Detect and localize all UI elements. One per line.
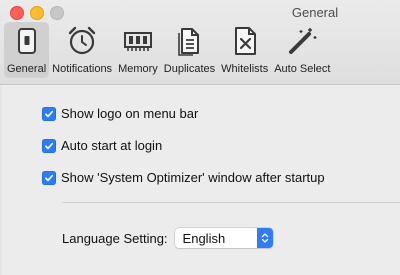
show-logo-option[interactable]: Show logo on menu bar: [42, 106, 198, 121]
show-window-label: Show 'System Optimizer' window after sta…: [61, 170, 325, 185]
checkmark-icon: [45, 174, 54, 181]
auto-start-checkbox[interactable]: [42, 138, 56, 153]
tab-auto-select[interactable]: Auto Select: [271, 22, 333, 78]
tab-duplicates[interactable]: Duplicates: [161, 22, 218, 78]
show-window-option[interactable]: Show 'System Optimizer' window after sta…: [42, 170, 325, 185]
checkmark-icon: [45, 142, 54, 149]
tab-label: Duplicates: [163, 63, 216, 75]
language-select[interactable]: English: [174, 228, 273, 248]
divider: [62, 202, 400, 203]
language-label: Language Setting:: [62, 230, 168, 246]
duplicate-document-icon: [172, 24, 206, 58]
chevron-up-down-icon: [256, 228, 273, 248]
memory-chip-icon: [121, 24, 155, 58]
language-selected-value: English: [182, 230, 226, 246]
show-logo-checkbox[interactable]: [42, 106, 56, 121]
tab-label: Whitelists: [221, 63, 269, 75]
title-bar: General General Notifications Memory Dup…: [0, 0, 400, 85]
tab-whitelists[interactable]: Whitelists: [218, 22, 271, 78]
tab-label: Memory: [118, 63, 158, 75]
tab-memory[interactable]: Memory: [115, 22, 161, 78]
excluded-document-icon: [228, 24, 262, 58]
auto-start-option[interactable]: Auto start at login: [42, 138, 162, 153]
checkmark-icon: [45, 110, 54, 117]
tab-notifications[interactable]: Notifications: [49, 22, 115, 78]
tab-label: Notifications: [52, 63, 113, 75]
switch-icon: [10, 24, 44, 58]
tab-general[interactable]: General: [4, 22, 50, 78]
alarm-clock-icon: [65, 24, 99, 58]
tab-label: General: [7, 63, 47, 75]
tab-label: Auto Select: [274, 63, 331, 75]
auto-start-label: Auto start at login: [61, 138, 163, 153]
general-settings-panel: Show logo on menu bar Auto start at logi…: [0, 85, 400, 275]
show-logo-label: Show logo on menu bar: [61, 106, 199, 121]
preferences-toolbar: General Notifications Memory Duplicates: [4, 22, 333, 80]
window-title: General: [291, 5, 339, 20]
language-setting-row: Language Setting: English: [62, 228, 273, 248]
preferences-window: General General Notifications Memory Dup…: [0, 0, 400, 275]
magic-wand-icon: [285, 24, 319, 58]
show-window-checkbox[interactable]: [42, 170, 56, 185]
